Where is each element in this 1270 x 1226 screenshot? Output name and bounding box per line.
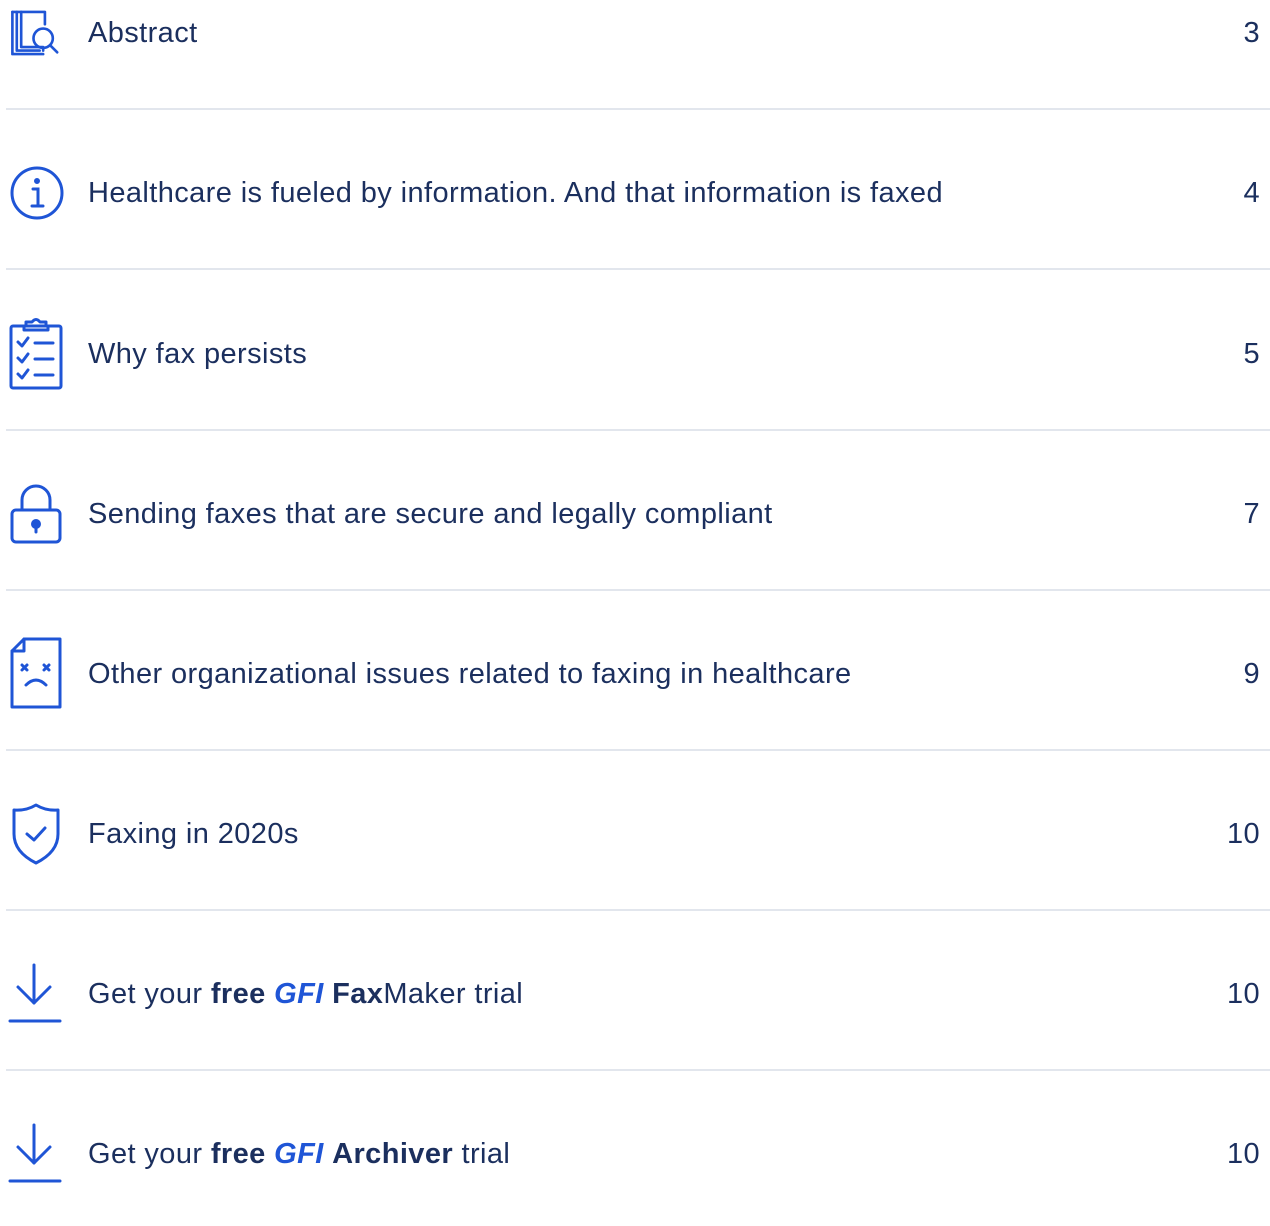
title-text: trial (453, 1138, 511, 1170)
toc-entry-archiver-trial[interactable]: Get your free GFI Archiver trial 10 (0, 1121, 1270, 1201)
toc-entry-page: 9 (1243, 658, 1260, 690)
free-label: free (210, 1138, 266, 1170)
toc-entry-why-fax-persists[interactable]: Why fax persists 5 (0, 318, 1270, 401)
toc-entry-title: Healthcare is fueled by information. And… (88, 177, 943, 209)
toc-entry-title: Faxing in 2020s (88, 818, 299, 850)
toc-entry-healthcare[interactable]: Healthcare is fueled by information. And… (0, 160, 1270, 240)
product-name-bold: Archiver (332, 1138, 454, 1170)
gfi-brand: GFI (274, 978, 324, 1010)
toc-entry-title: Get your free GFI Archiver trial (88, 1121, 510, 1187)
toc-entry-faxing-2020s[interactable]: Faxing in 2020s 10 (0, 801, 1270, 881)
title-text: Get your (88, 978, 211, 1010)
divider (6, 1069, 1270, 1071)
toc-entry-page: 10 (1226, 818, 1260, 850)
toc-entry-title: Other organizational issues related to f… (88, 658, 852, 690)
toc-entry-title: Sending faxes that are secure and legall… (88, 498, 773, 530)
divider (6, 749, 1270, 751)
title-text: Get your (88, 1138, 211, 1170)
toc-entry-page: 10 (1226, 1138, 1260, 1170)
sad-document-icon (8, 634, 66, 714)
divider (6, 909, 1270, 911)
toc-entry-sending-faxes[interactable]: Sending faxes that are secure and legall… (0, 481, 1270, 561)
toc-entry-title: Get your free GFI FaxMaker trial (88, 961, 523, 1027)
toc-entry-page: 4 (1243, 177, 1260, 209)
divider (6, 589, 1270, 591)
title-text: trial (465, 978, 524, 1010)
lock-icon (8, 474, 66, 554)
product-name-rest: Maker (383, 978, 466, 1010)
download-icon (8, 1114, 66, 1194)
gfi-brand: GFI (274, 1138, 324, 1170)
divider (6, 108, 1270, 110)
shield-check-icon (8, 794, 66, 874)
toc-entry-title: Abstract (88, 17, 198, 49)
toc-entry-page: 3 (1243, 17, 1260, 49)
checklist-icon (8, 314, 66, 394)
divider (6, 268, 1270, 270)
toc-entry-abstract[interactable]: Abstract 3 (0, 0, 1270, 80)
book-search-icon (8, 0, 66, 73)
product-name-bold: Fax (332, 978, 384, 1010)
toc-entry-page: 10 (1226, 978, 1260, 1010)
toc-entry-faxmaker-trial[interactable]: Get your free GFI FaxMaker trial 10 (0, 961, 1270, 1041)
toc-entry-page: 7 (1243, 498, 1260, 530)
divider (6, 429, 1270, 431)
info-icon (8, 153, 66, 233)
toc-entry-title: Why fax persists (88, 338, 308, 370)
toc-entry-other-issues[interactable]: Other organizational issues related to f… (0, 637, 1270, 721)
download-icon (8, 954, 66, 1034)
free-label: free (210, 978, 266, 1010)
toc-entry-page: 5 (1243, 338, 1260, 370)
